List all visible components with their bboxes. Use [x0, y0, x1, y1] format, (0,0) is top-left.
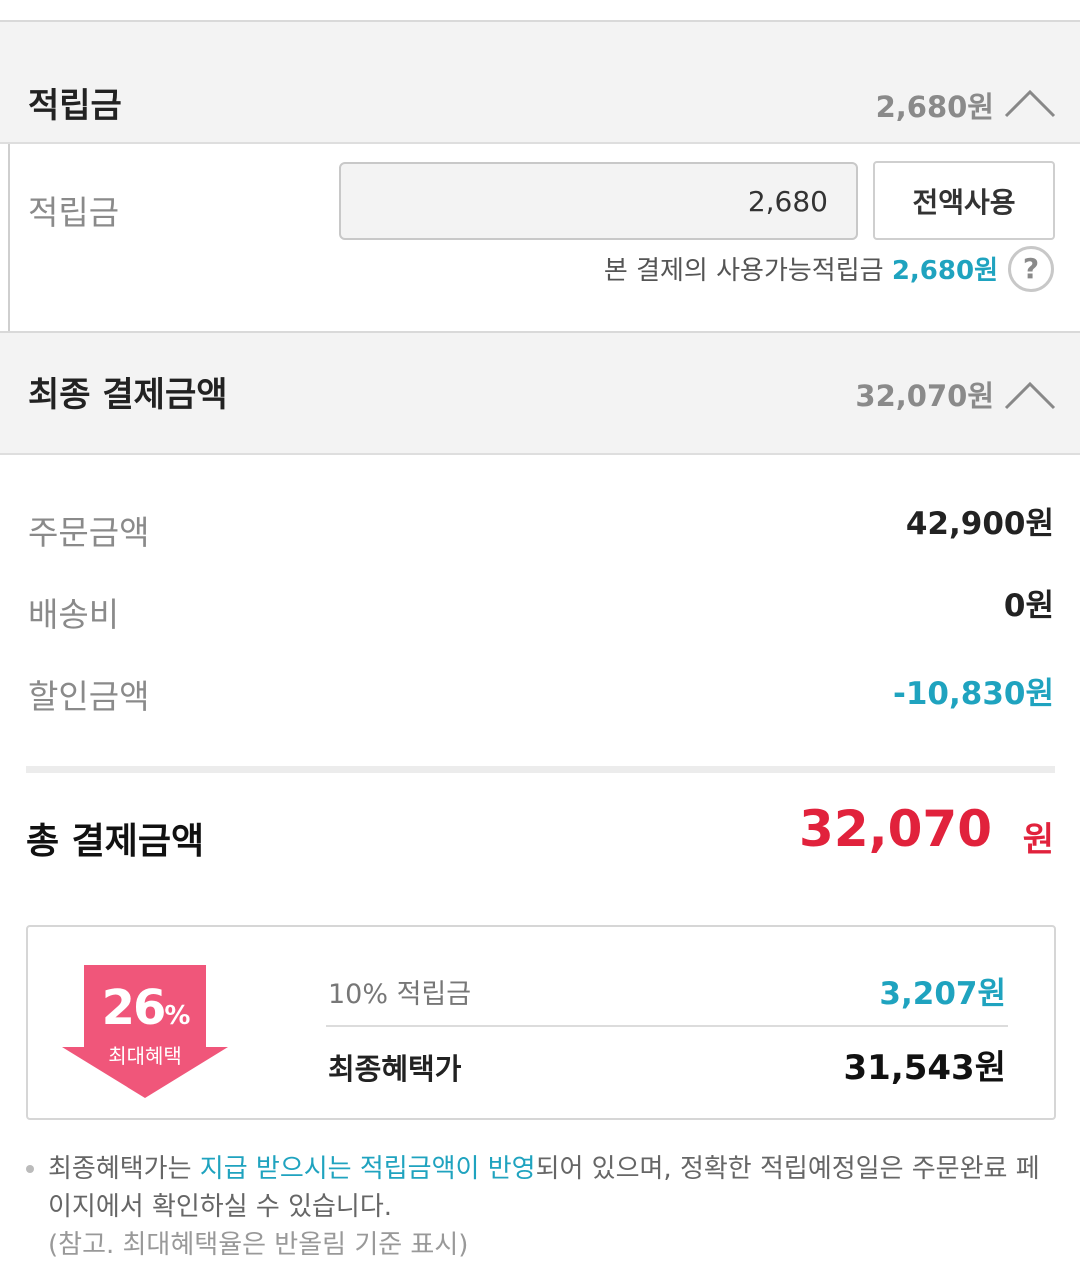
badge-percent: 26% [101, 980, 191, 1036]
total-payment-label: 총 결제금액 [26, 821, 205, 862]
points-rate-label: 10% 적립금 [328, 979, 472, 1010]
available-points-row: 본 결제의 사용가능적립금 2,680원 [604, 250, 998, 287]
help-icon[interactable]: ? [1008, 246, 1054, 292]
chevron-up-icon[interactable] [1004, 88, 1056, 118]
final-header-amount: 32,070원 [855, 379, 994, 413]
benefit-note: 최종혜택가는 지급 받으시는 적립금액이 반영되어 있으며, 정확한 적립예정일… [48, 1154, 1040, 1222]
badge-label: 최대혜택 [108, 1044, 182, 1068]
points-section-title: 적립금 [28, 86, 122, 126]
note-reference: (참고. 최대혜택율은 반올림 기준 표시) [48, 1230, 469, 1260]
shipping-fee-label: 배송비 [28, 595, 120, 634]
points-input[interactable] [339, 162, 858, 240]
total-payment-amount: 32,070 [799, 800, 992, 858]
shipping-fee-value: 0원 [1003, 588, 1054, 624]
available-points-value: 2,680원 [891, 256, 998, 286]
note-highlight: 지급 받으시는 적립금액이 반영 [199, 1154, 536, 1184]
benefit-divider [326, 1025, 1008, 1027]
bullet-icon [26, 1165, 34, 1173]
points-section-header[interactable]: 적립금 2,680원 [0, 20, 1080, 144]
available-points-text: 본 결제의 사용가능적립금 [603, 256, 884, 286]
order-amount-value: 42,900원 [905, 506, 1054, 542]
discount-label: 할인금액 [28, 677, 150, 716]
divider [26, 766, 1055, 773]
chevron-up-icon[interactable] [1004, 380, 1056, 410]
total-payment-unit: 원 [1022, 820, 1054, 860]
use-all-button[interactable]: 전액사용 [873, 161, 1055, 240]
order-amount-label: 주문금액 [28, 513, 150, 552]
points-header-amount: 2,680원 [875, 90, 994, 124]
discount-value: -10,830원 [892, 676, 1054, 712]
final-benefit-price-label: 최종혜택가 [328, 1052, 462, 1086]
points-field-label: 적립금 [28, 193, 120, 232]
final-benefit-price-value: 31,543원 [843, 1048, 1006, 1088]
points-rate-value: 3,207원 [879, 976, 1006, 1012]
final-payment-title: 최종 결제금액 [28, 375, 228, 415]
